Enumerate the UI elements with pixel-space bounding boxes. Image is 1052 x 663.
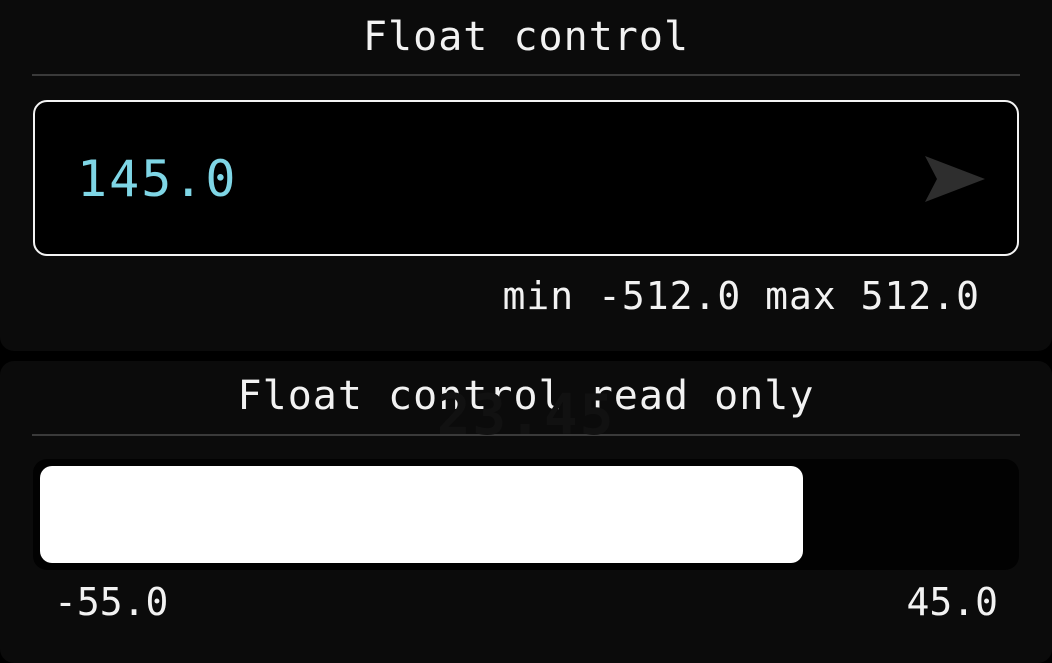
read-only-min-label: -55.0 — [54, 580, 169, 624]
send-arrow-icon[interactable] — [923, 154, 987, 204]
float-input-field[interactable]: 145.0 — [33, 100, 1019, 256]
read-only-bar-track — [33, 459, 1019, 570]
float-input-value[interactable]: 145.0 — [77, 150, 238, 208]
float-control-panel: Float control 145.0 min -512.0 max 512.0 — [0, 0, 1052, 351]
float-range-label: min -512.0 max 512.0 — [502, 274, 980, 318]
float-control-read-only-panel: Float control read only 23.45 -55.0 45.0 — [0, 361, 1052, 663]
read-only-max-label: 45.0 — [906, 580, 998, 624]
title-divider — [32, 74, 1020, 76]
read-only-bar-fill — [40, 466, 803, 563]
float-control-title: Float control — [362, 14, 690, 60]
read-only-bar-value: 23.45 — [436, 383, 616, 448]
